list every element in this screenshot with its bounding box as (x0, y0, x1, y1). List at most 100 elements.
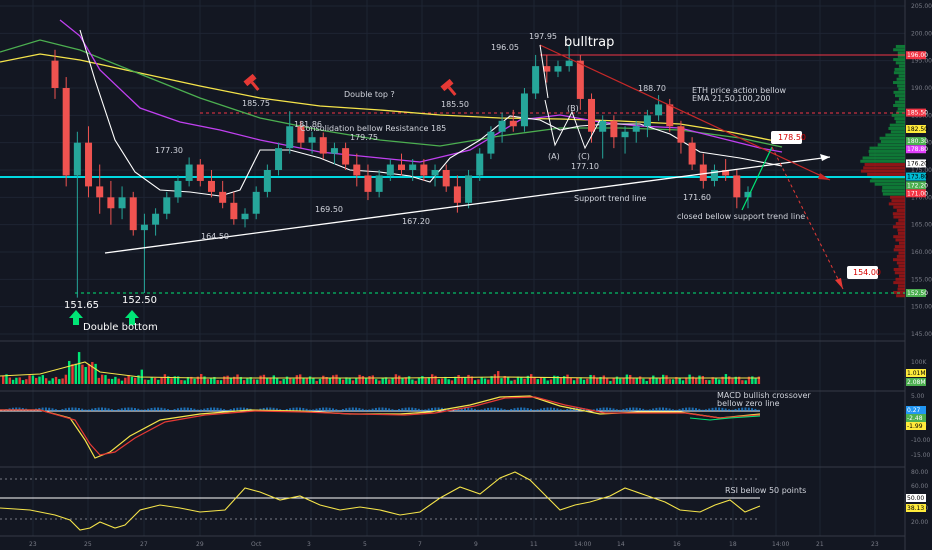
target-label-154: 154.00 (853, 268, 881, 277)
volume-bar (427, 377, 431, 384)
macd-hist-bar (44, 407, 47, 411)
macd-hist-bar (605, 407, 608, 411)
macd-hist-bar (625, 408, 628, 411)
volume-bar (678, 378, 681, 384)
price-label-169-50: 169.50 (315, 205, 343, 214)
macd-hist-bar (186, 407, 189, 411)
macd-hist-bar (556, 408, 559, 411)
price-tag-label: 171.00 (907, 190, 928, 197)
date-tick-label: 23 (29, 541, 37, 548)
volume-bar (150, 377, 153, 384)
support-trend-label: Support trend line (574, 194, 647, 203)
sub-tag-label: -1.99 (907, 423, 923, 430)
macd-hist-bar (701, 409, 704, 411)
profile-bar (894, 117, 905, 121)
macd-hist-bar (754, 408, 757, 411)
price-tag-label: 182.50 (907, 126, 928, 133)
macd-hist-bar (553, 407, 556, 411)
profile-bar (897, 228, 905, 232)
macd-hist-bar (652, 408, 655, 411)
volume-bar (708, 380, 711, 384)
volume-bar (513, 379, 516, 384)
macd-hist-bar (104, 407, 107, 411)
macd-hist-bar (708, 408, 711, 411)
sub-tag-label: 2.08M (907, 379, 926, 386)
volume-bar (183, 380, 186, 384)
volume-bar (493, 374, 497, 384)
date-tick-label: Oct (251, 541, 262, 548)
volume-bar (25, 379, 28, 384)
profile-bar (898, 218, 905, 222)
macd-hist-bar (622, 408, 625, 411)
macd-hist-bar (563, 409, 565, 411)
macd-hist-bar (305, 408, 308, 411)
volume-bar (51, 378, 54, 384)
volume-bar (388, 379, 391, 384)
volume-bar (652, 375, 655, 384)
volume-bar (302, 377, 305, 384)
volume-bar (74, 363, 77, 384)
volume-bar (546, 380, 549, 384)
price-label-177-30: 177.30 (155, 146, 183, 155)
volume-bar (272, 375, 275, 384)
profile-bar (863, 166, 905, 170)
consolidation-label: Consolidation bellow Resistance 185 (300, 124, 446, 133)
price-tag-label: 185.50 (907, 110, 928, 117)
volume-bar (68, 360, 71, 384)
volume-bar (252, 379, 256, 384)
macd-hist-bar (724, 408, 727, 411)
macd-hist-bar (74, 407, 77, 411)
macd-hist-bar (120, 408, 123, 411)
volume-bar (543, 377, 546, 384)
volume-bar (94, 363, 97, 384)
macd-hist-bar (655, 407, 658, 411)
macd-hist-bar (543, 407, 546, 411)
candle-body (207, 180, 215, 192)
volume-bar (292, 378, 295, 384)
price-label-179-75: 179.75 (350, 133, 378, 142)
macd-hist-bar (718, 407, 721, 411)
volume-bar (381, 377, 384, 384)
volume-bar (355, 378, 358, 384)
macd-hist-bar (497, 407, 499, 411)
volume-bar (54, 376, 58, 384)
volume-bar (160, 377, 163, 384)
price-label-196-05: 196.05 (491, 43, 519, 52)
volume-bar (64, 374, 68, 384)
macd-hist-bar (398, 408, 400, 411)
profile-bar (897, 231, 905, 235)
macd-hist-bar (341, 409, 344, 411)
macd-hist-bar (54, 409, 57, 411)
volume-bar (437, 379, 440, 384)
macd-hist-bar (229, 409, 232, 411)
candle-body (252, 191, 260, 214)
target-label-178-50: 178.50 (778, 133, 806, 142)
volume-bar (698, 375, 701, 384)
candle-body (498, 120, 506, 132)
macd-hist-bar (503, 409, 506, 411)
macd-hist-bar (388, 408, 391, 411)
volume-bar (219, 380, 223, 384)
volume-bar (48, 380, 51, 384)
macd-hist-bar (216, 407, 219, 411)
macd-hist-bar (335, 409, 338, 411)
macd-hist-bar (51, 408, 54, 411)
profile-bar (892, 212, 905, 216)
macd-hist-bar (176, 408, 179, 411)
macd-hist-bar (84, 409, 87, 411)
volume-bar (483, 378, 487, 384)
price-tag-label: 176.20 (907, 160, 928, 167)
macd-hist-bar (180, 407, 183, 411)
profile-bar (897, 51, 905, 55)
macd-hist-bar (345, 408, 348, 411)
profile-bar (898, 87, 905, 91)
volume-bar (120, 380, 124, 384)
macd-hist-bar (431, 407, 433, 411)
profile-bar (888, 202, 905, 206)
candle-body (263, 170, 271, 192)
volume-bar (216, 380, 219, 384)
volume-bar (500, 378, 503, 384)
volume-bar (2, 376, 5, 384)
date-tick-label: 3 (307, 541, 311, 548)
macd-hist-bar (209, 407, 212, 411)
